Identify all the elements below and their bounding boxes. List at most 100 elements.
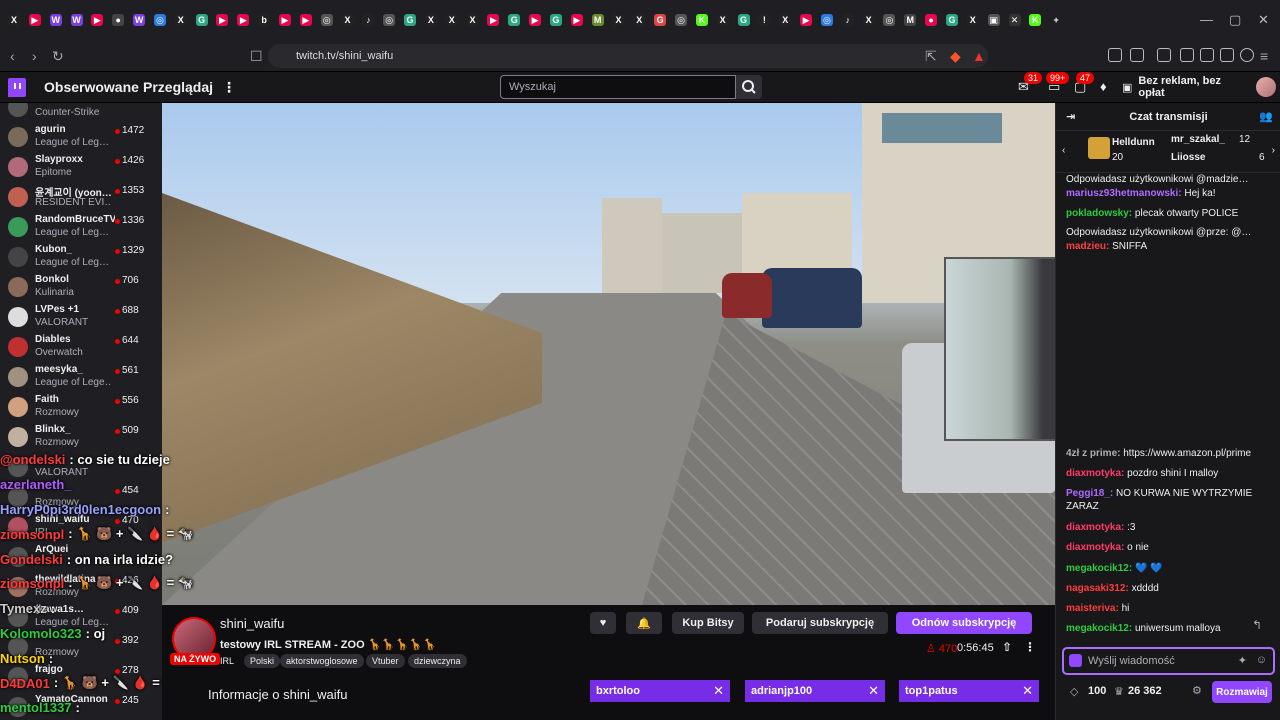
menu-icon[interactable]: ≡ <box>1260 48 1268 64</box>
browser-tab[interactable]: ◎ <box>317 10 337 30</box>
stream-tag[interactable]: dziewczyna <box>408 654 467 668</box>
sidebar-channel[interactable]: meesyka_ League of Lege… 561 <box>0 363 162 393</box>
pinned-user-chip[interactable]: top1patus ✕ <box>899 680 1039 702</box>
sidebar-channel[interactable]: Counter-Strike <box>0 103 162 123</box>
close-window-icon[interactable]: ✕ <box>1258 12 1269 28</box>
streamer-name[interactable]: shini_waifu <box>220 616 284 631</box>
minimize-icon[interactable]: — <box>1200 12 1213 27</box>
bookmark-icon[interactable]: ☐ <box>250 48 263 65</box>
sidebar-channel[interactable]: Slayproxx Epitome 1426 <box>0 153 162 183</box>
browser-tab[interactable]: X <box>713 10 733 30</box>
brave-shield-icon[interactable]: ◆ <box>950 48 961 65</box>
magic-icon[interactable]: ✦ <box>1238 654 1247 667</box>
browser-tab[interactable]: G <box>942 10 962 30</box>
browser-tab[interactable]: ♪ <box>838 10 858 30</box>
browser-tab[interactable]: b <box>254 10 274 30</box>
pinned-user-chip[interactable]: bxrtoloo ✕ <box>590 680 730 702</box>
browser-tab[interactable]: ◎ <box>379 10 399 30</box>
browser-tab[interactable]: ▶ <box>87 10 107 30</box>
browser-tab[interactable]: X <box>963 10 983 30</box>
sidebar-channel[interactable]: 윤계교이 (yoon… RESIDENT EVI… 1353 <box>0 183 162 213</box>
crown-icon[interactable]: ♦ <box>1100 79 1107 94</box>
browser-tab[interactable]: ▶ <box>567 10 587 30</box>
vpn-icon[interactable] <box>1240 48 1254 62</box>
chat-username[interactable]: diaxmotyka: <box>1066 542 1124 553</box>
browser-tab[interactable]: W <box>46 10 66 30</box>
close-icon[interactable]: ✕ <box>713 683 724 699</box>
chat-username[interactable]: mariusz93hetmanowski: <box>1066 188 1182 199</box>
sidebar-channel[interactable]: Diables Overwatch 644 <box>0 333 162 363</box>
sidebar-channel[interactable]: agurin League of Leg… 1472 <box>0 123 162 153</box>
url-field[interactable]: twitch.tv/shini_waifu <box>268 44 988 68</box>
sidebar-channel[interactable]: LVPes +1 VALORANT 688 <box>0 303 162 333</box>
sidebar-channel[interactable]: RandomBruceTV League of Leg… 1336 <box>0 213 162 243</box>
stream-tag[interactable]: IRL <box>220 654 234 668</box>
rewards-icon[interactable]: ▲ <box>972 48 986 64</box>
gift-sub-button[interactable]: Podaruj subskrypcję <box>752 612 888 634</box>
extension-icon[interactable] <box>1220 48 1234 62</box>
turbo-button[interactable]: ▣ Bez reklam, bez opłat <box>1122 75 1248 99</box>
close-icon[interactable]: ✕ <box>1022 683 1033 699</box>
pinned-user-chip[interactable]: adrianjp100 ✕ <box>745 680 885 702</box>
search-button[interactable] <box>736 75 762 99</box>
share-icon[interactable]: ⇱ <box>925 48 937 65</box>
users-icon[interactable]: 👥 <box>1259 110 1273 123</box>
browser-tab[interactable]: W <box>67 10 87 30</box>
browser-tab[interactable]: X <box>338 10 358 30</box>
browser-tab[interactable]: ▶ <box>796 10 816 30</box>
browser-tab[interactable]: ▶ <box>212 10 232 30</box>
browser-tab[interactable]: ▶ <box>233 10 253 30</box>
maximize-icon[interactable]: ▢ <box>1229 12 1241 28</box>
close-icon[interactable]: ✕ <box>868 683 879 699</box>
prev-gifter-icon[interactable]: ‹ <box>1062 145 1065 156</box>
browser-tab[interactable]: + <box>1046 10 1066 30</box>
browser-tab[interactable]: ▶ <box>483 10 503 30</box>
browser-tab[interactable]: ♪ <box>358 10 378 30</box>
chat-input[interactable]: Wyślij wiadomość ✦ ☺ <box>1062 647 1275 675</box>
browser-tab[interactable]: M <box>588 10 608 30</box>
browser-tab[interactable]: X <box>442 10 462 30</box>
browser-tab[interactable]: ▣ <box>984 10 1004 30</box>
browser-tab[interactable]: X <box>463 10 483 30</box>
browser-tab[interactable]: ◎ <box>671 10 691 30</box>
browser-tab[interactable]: ● <box>108 10 128 30</box>
reply-icon[interactable]: ↰ <box>1252 618 1262 632</box>
notifications-bell-button[interactable]: 🔔 <box>626 612 662 634</box>
sidebar-channel[interactable]: Bonkol Kulinaria 706 <box>0 273 162 303</box>
browser-tab[interactable]: X <box>421 10 441 30</box>
stream-tag[interactable]: Vtuber <box>366 654 405 668</box>
browser-tab[interactable]: ◎ <box>817 10 837 30</box>
browser-tab[interactable]: ▶ <box>296 10 316 30</box>
bits-button[interactable]: Kup Bitsy <box>672 612 744 634</box>
browser-tab[interactable]: X <box>608 10 628 30</box>
follow-heart-button[interactable]: ♥ <box>590 612 616 634</box>
share-stream-icon[interactable]: ⇧ <box>1002 640 1012 654</box>
extension-icon[interactable] <box>1108 48 1122 62</box>
chat-username[interactable]: diaxmotyka: <box>1066 522 1124 533</box>
back-icon[interactable]: ‹ <box>10 48 15 64</box>
chat-username[interactable]: maisteriva: <box>1066 603 1119 614</box>
browser-tab[interactable]: ▶ <box>25 10 45 30</box>
stream-tag[interactable]: aktorstwoglosowe <box>280 654 364 668</box>
browser-tab[interactable]: ● <box>921 10 941 30</box>
chat-username[interactable]: 4zł z prime: <box>1066 448 1120 459</box>
browser-tab[interactable]: G <box>734 10 754 30</box>
browser-tab[interactable]: X <box>859 10 879 30</box>
chat-username[interactable]: nagasaki312: <box>1066 583 1129 594</box>
browser-tab[interactable]: ▶ <box>525 10 545 30</box>
browser-tab[interactable]: M <box>900 10 920 30</box>
collapse-chat-icon[interactable]: ⇥ <box>1066 110 1075 123</box>
chat-username[interactable]: megakocik12: <box>1066 563 1132 574</box>
browser-tab[interactable]: W <box>129 10 149 30</box>
next-gifter-icon[interactable]: › <box>1272 145 1275 156</box>
browser-tab[interactable]: ▶ <box>275 10 295 30</box>
chat-username[interactable]: pokladowsky: <box>1066 208 1132 219</box>
sidebar-channel[interactable]: Faith Rozmowy 556 <box>0 393 162 423</box>
browser-tab[interactable]: G <box>400 10 420 30</box>
browser-tab[interactable]: G <box>192 10 212 30</box>
nav-browse[interactable]: Przeglądaj <box>143 79 213 95</box>
sidebar-channel[interactable]: Kubon_ League of Leg… 1329 <box>0 243 162 273</box>
browser-tab[interactable]: ✕ <box>1005 10 1025 30</box>
browser-tab[interactable]: X <box>629 10 649 30</box>
chat-username[interactable]: madzieu: <box>1066 241 1109 252</box>
